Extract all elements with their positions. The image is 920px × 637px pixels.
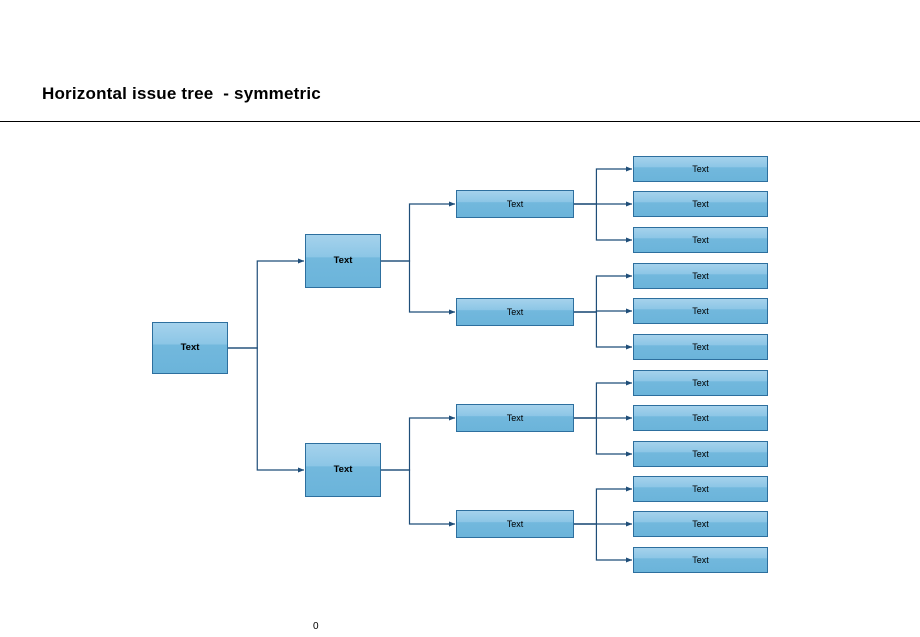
tree-node-b1[interactable]: Text bbox=[305, 234, 381, 288]
tree-node-d11[interactable]: Text bbox=[633, 511, 768, 537]
tree-node-root[interactable]: Text bbox=[152, 322, 228, 374]
tree-node-d1[interactable]: Text bbox=[633, 156, 768, 182]
tree-node-d10[interactable]: Text bbox=[633, 476, 768, 502]
connector-c2-to-d4 bbox=[574, 273, 633, 313]
tree-node-d2[interactable]: Text bbox=[633, 191, 768, 217]
issue-tree-diagram: Text Text Text Text Text Text Text Text Text Text… bbox=[0, 0, 920, 637]
tree-node-label: Text bbox=[692, 234, 709, 245]
tree-node-label: Text bbox=[692, 198, 709, 209]
connector-c4-to-d10 bbox=[574, 486, 633, 525]
tree-node-label: Text bbox=[506, 198, 524, 209]
connector-c3-to-d7 bbox=[574, 380, 633, 419]
connector-c3-to-d9 bbox=[574, 417, 633, 457]
connector-b1-to-c2 bbox=[381, 260, 456, 315]
tree-node-c4[interactable]: Text bbox=[456, 510, 574, 538]
connector-c4-to-d12 bbox=[574, 523, 633, 563]
connector-c2-to-d5 bbox=[574, 308, 633, 314]
connector-root-to-b1 bbox=[228, 258, 305, 349]
tree-node-c3[interactable]: Text bbox=[456, 404, 574, 432]
tree-node-label: Text bbox=[506, 412, 524, 423]
tree-node-label: Text bbox=[692, 412, 709, 423]
tree-node-label: Text bbox=[506, 518, 524, 529]
tree-node-d3[interactable]: Text bbox=[633, 227, 768, 253]
tree-node-d9[interactable]: Text bbox=[633, 441, 768, 467]
tree-node-d8[interactable]: Text bbox=[633, 405, 768, 431]
tree-node-label: Text bbox=[692, 518, 709, 529]
tree-node-label: Text bbox=[692, 448, 709, 459]
tree-node-b2[interactable]: Text bbox=[305, 443, 381, 497]
page-number: 0 bbox=[313, 621, 319, 632]
tree-node-label: Text bbox=[333, 255, 353, 267]
slide-canvas: Horizontal issue tree - symmetric Text Te… bbox=[0, 0, 920, 637]
tree-node-label: Text bbox=[692, 554, 709, 565]
tree-node-label: Text bbox=[692, 163, 709, 174]
connector-c1-to-d3 bbox=[574, 203, 633, 243]
connector-b1-to-c1 bbox=[381, 201, 456, 262]
tree-node-label: Text bbox=[692, 377, 709, 388]
tree-node-label: Text bbox=[180, 342, 200, 354]
tree-node-label: Text bbox=[333, 464, 353, 476]
tree-node-c2[interactable]: Text bbox=[456, 298, 574, 326]
tree-node-label: Text bbox=[506, 306, 524, 317]
connector-paths bbox=[228, 166, 633, 563]
connector-c1-to-d1 bbox=[574, 166, 633, 205]
connector-root-to-b2 bbox=[228, 347, 305, 473]
tree-node-d6[interactable]: Text bbox=[633, 334, 768, 360]
connector-b2-to-c4 bbox=[381, 469, 456, 527]
tree-node-label: Text bbox=[692, 270, 709, 281]
tree-node-d7[interactable]: Text bbox=[633, 370, 768, 396]
tree-node-label: Text bbox=[692, 341, 709, 352]
connector-c2-to-d6 bbox=[574, 311, 633, 350]
tree-node-d5[interactable]: Text bbox=[633, 298, 768, 324]
tree-node-c1[interactable]: Text bbox=[456, 190, 574, 218]
tree-node-d12[interactable]: Text bbox=[633, 547, 768, 573]
tree-node-label: Text bbox=[692, 305, 709, 316]
tree-node-label: Text bbox=[692, 483, 709, 494]
connector-b2-to-c3 bbox=[381, 415, 456, 471]
tree-node-d4[interactable]: Text bbox=[633, 263, 768, 289]
